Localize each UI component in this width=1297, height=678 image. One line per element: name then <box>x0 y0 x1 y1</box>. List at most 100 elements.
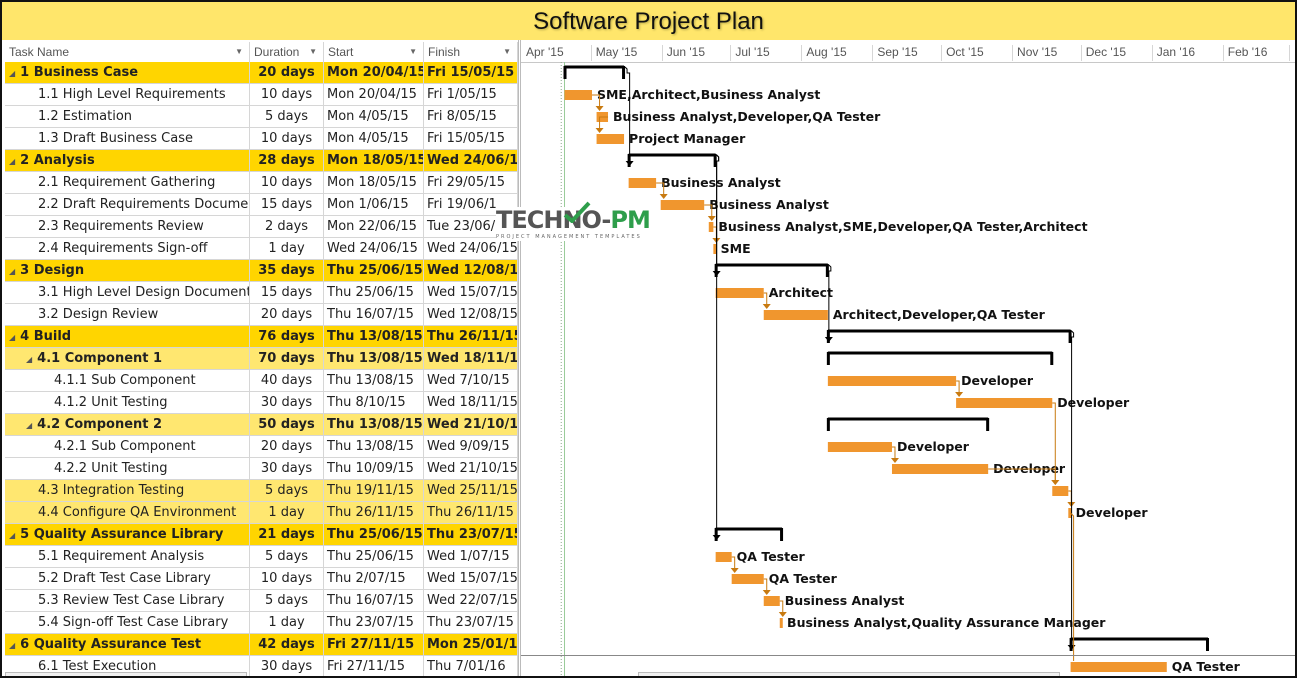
finish-cell[interactable]: Mon 25/01/16 <box>424 634 518 655</box>
table-row[interactable]: 4.1.2 Unit Testing 30 days Thu 8/10/15 Wed … <box>5 392 518 414</box>
table-row[interactable]: 2.2 Draft Requirements Document 15 days Mo… <box>5 194 518 216</box>
start-cell[interactable]: Thu 23/07/15 <box>324 612 424 633</box>
column-header-start[interactable]: Start ▼ <box>324 42 424 62</box>
start-cell[interactable]: Thu 25/06/15 <box>324 546 424 567</box>
duration-cell[interactable]: 20 days <box>250 304 324 325</box>
grid-horizontal-scrollbar[interactable] <box>5 672 247 676</box>
duration-cell[interactable]: 5 days <box>250 590 324 611</box>
duration-cell[interactable]: 10 days <box>250 84 324 105</box>
finish-cell[interactable]: Thu 23/07/15 <box>424 524 518 545</box>
table-row[interactable]: 2.4 Requirements Sign-off 1 day Wed 24/06/… <box>5 238 518 260</box>
duration-cell[interactable]: 10 days <box>250 128 324 149</box>
duration-cell[interactable]: 5 days <box>250 480 324 501</box>
task-name-cell[interactable]: 4.2.1 Sub Component <box>5 436 250 457</box>
task-name-cell[interactable]: 1.2 Estimation <box>5 106 250 127</box>
duration-cell[interactable]: 42 days <box>250 634 324 655</box>
finish-cell[interactable]: Wed 7/10/15 <box>424 370 518 391</box>
finish-cell[interactable]: Wed 22/07/15 <box>424 590 518 611</box>
collapse-triangle-icon[interactable]: ◢ <box>9 635 15 655</box>
table-row[interactable]: 3.2 Design Review 20 days Thu 16/07/15 Wed … <box>5 304 518 326</box>
duration-cell[interactable]: 1 day <box>250 502 324 523</box>
finish-cell[interactable]: Wed 21/10/15 <box>424 414 518 435</box>
start-cell[interactable]: Mon 20/04/15 <box>324 84 424 105</box>
collapse-triangle-icon[interactable]: ◢ <box>26 349 32 369</box>
duration-cell[interactable]: 20 days <box>250 436 324 457</box>
task-name-cell[interactable]: 5.4 Sign-off Test Case Library <box>5 612 250 633</box>
task-name-cell[interactable]: 3.2 Design Review <box>5 304 250 325</box>
duration-cell[interactable]: 1 day <box>250 612 324 633</box>
table-row[interactable]: 5.4 Sign-off Test Case Library 1 day Thu 2… <box>5 612 518 634</box>
start-cell[interactable]: Mon 18/05/15 <box>324 172 424 193</box>
duration-cell[interactable]: 5 days <box>250 106 324 127</box>
finish-cell[interactable]: Wed 24/06/15 <box>424 238 518 259</box>
task-name-cell[interactable]: 4.3 Integration Testing <box>5 480 250 501</box>
start-cell[interactable]: Mon 4/05/15 <box>324 128 424 149</box>
task-name-cell[interactable]: ◢ 6 Quality Assurance Test <box>5 634 250 655</box>
collapse-triangle-icon[interactable]: ◢ <box>9 151 15 171</box>
start-cell[interactable]: Thu 26/11/15 <box>324 502 424 523</box>
table-row[interactable]: 5.3 Review Test Case Library 5 days Thu 16… <box>5 590 518 612</box>
duration-cell[interactable]: 21 days <box>250 524 324 545</box>
finish-cell[interactable]: Thu 23/07/15 <box>424 612 518 633</box>
duration-cell[interactable]: 70 days <box>250 348 324 369</box>
table-row[interactable]: 4.1.1 Sub Component 40 days Thu 13/08/15 We… <box>5 370 518 392</box>
finish-cell[interactable]: Wed 25/11/15 <box>424 480 518 501</box>
start-cell[interactable]: Thu 13/08/15 <box>324 414 424 435</box>
start-cell[interactable]: Thu 16/07/15 <box>324 304 424 325</box>
start-cell[interactable]: Thu 13/08/15 <box>324 326 424 347</box>
start-cell[interactable]: Fri 27/11/15 <box>324 634 424 655</box>
column-header-task-name[interactable]: Task Name ▼ <box>5 42 250 62</box>
task-name-cell[interactable]: 5.2 Draft Test Case Library <box>5 568 250 589</box>
start-cell[interactable]: Thu 13/08/15 <box>324 436 424 457</box>
table-row[interactable]: ◢ 3 Design 35 days Thu 25/06/15 Wed 12/08/15 <box>5 260 518 282</box>
start-cell[interactable]: Thu 25/06/15 <box>324 524 424 545</box>
duration-cell[interactable]: 40 days <box>250 370 324 391</box>
column-header-finish[interactable]: Finish ▼ <box>424 42 518 62</box>
table-row[interactable]: ◢ 2 Analysis 28 days Mon 18/05/15 Wed 24/06/… <box>5 150 518 172</box>
collapse-triangle-icon[interactable]: ◢ <box>9 63 15 83</box>
table-row[interactable]: 1.1 High Level Requirements 10 days Mon 20… <box>5 84 518 106</box>
duration-cell[interactable]: 20 days <box>250 62 324 83</box>
start-cell[interactable]: Mon 18/05/15 <box>324 150 424 171</box>
task-name-cell[interactable]: 3.1 High Level Design Document <box>5 282 250 303</box>
filter-dropdown-icon[interactable]: ▼ <box>503 42 511 62</box>
task-name-cell[interactable]: 4.2.2 Unit Testing <box>5 458 250 479</box>
finish-cell[interactable]: Fri 29/05/15 <box>424 172 518 193</box>
finish-cell[interactable]: Thu 7/01/16 <box>424 656 518 676</box>
start-cell[interactable]: Thu 10/09/15 <box>324 458 424 479</box>
duration-cell[interactable]: 10 days <box>250 172 324 193</box>
start-cell[interactable]: Thu 25/06/15 <box>324 282 424 303</box>
table-row[interactable]: 2.1 Requirement Gathering 10 days Mon 18/0… <box>5 172 518 194</box>
table-row[interactable]: ◢ 6 Quality Assurance Test 42 days Fri 27/1… <box>5 634 518 656</box>
finish-cell[interactable]: Wed 21/10/15 <box>424 458 518 479</box>
collapse-triangle-icon[interactable]: ◢ <box>9 327 15 347</box>
duration-cell[interactable]: 2 days <box>250 216 324 237</box>
task-name-cell[interactable]: 1.3 Draft Business Case <box>5 128 250 149</box>
table-row[interactable]: ◢ 4.1 Component 1 70 days Thu 13/08/15 Wed 1… <box>5 348 518 370</box>
table-row[interactable]: ◢ 4 Build 76 days Thu 13/08/15 Thu 26/11/15 <box>5 326 518 348</box>
task-name-cell[interactable]: ◢ 4.2 Component 2 <box>5 414 250 435</box>
table-row[interactable]: 4.3 Integration Testing 5 days Thu 19/11/1… <box>5 480 518 502</box>
finish-cell[interactable]: Wed 18/11/15 <box>424 348 518 369</box>
duration-cell[interactable]: 1 day <box>250 238 324 259</box>
collapse-triangle-icon[interactable]: ◢ <box>9 525 15 545</box>
finish-cell[interactable]: Fri 15/05/15 <box>424 128 518 149</box>
start-cell[interactable]: Thu 16/07/15 <box>324 590 424 611</box>
start-cell[interactable]: Wed 24/06/15 <box>324 238 424 259</box>
task-name-cell[interactable]: ◢ 5 Quality Assurance Library <box>5 524 250 545</box>
duration-cell[interactable]: 15 days <box>250 194 324 215</box>
collapse-triangle-icon[interactable]: ◢ <box>9 261 15 281</box>
start-cell[interactable]: Thu 13/08/15 <box>324 370 424 391</box>
task-name-cell[interactable]: ◢ 1 Business Case <box>5 62 250 83</box>
chart-horizontal-scrollbar[interactable] <box>638 672 1060 676</box>
task-name-cell[interactable]: 5.3 Review Test Case Library <box>5 590 250 611</box>
duration-cell[interactable]: 50 days <box>250 414 324 435</box>
duration-cell[interactable]: 28 days <box>250 150 324 171</box>
task-name-cell[interactable]: 4.1.1 Sub Component <box>5 370 250 391</box>
table-row[interactable]: 2.3 Requirements Review 2 days Mon 22/06/1… <box>5 216 518 238</box>
table-row[interactable]: 3.1 High Level Design Document 15 days Thu… <box>5 282 518 304</box>
table-row[interactable]: 5.2 Draft Test Case Library 10 days Thu 2/… <box>5 568 518 590</box>
start-cell[interactable]: Mon 22/06/15 <box>324 216 424 237</box>
table-row[interactable]: 4.2.2 Unit Testing 30 days Thu 10/09/15 Wed… <box>5 458 518 480</box>
task-name-cell[interactable]: 2.2 Draft Requirements Document <box>5 194 250 215</box>
